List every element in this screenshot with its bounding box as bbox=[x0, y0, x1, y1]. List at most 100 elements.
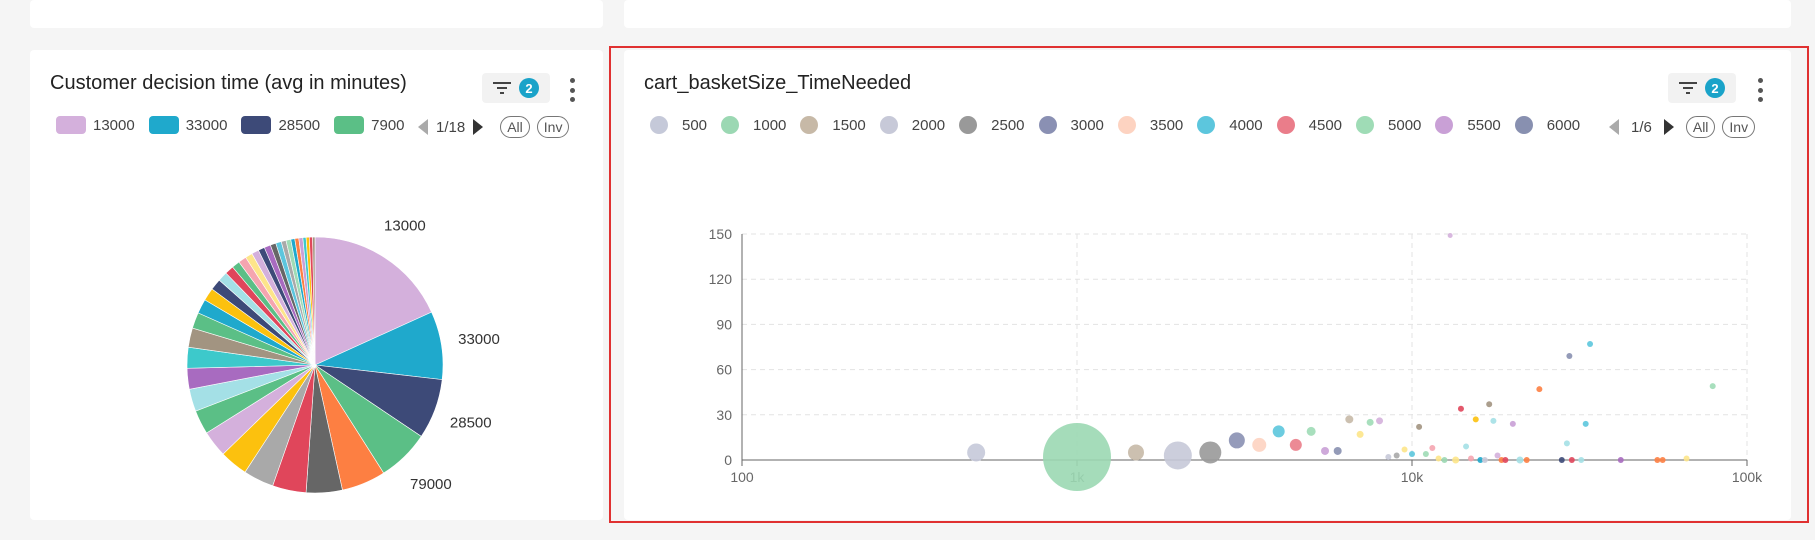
pie-slice-label: 79000 bbox=[410, 476, 452, 493]
scatter-point[interactable] bbox=[1345, 415, 1354, 424]
scatter-point[interactable] bbox=[1659, 457, 1666, 463]
scatter-point[interactable] bbox=[1409, 450, 1415, 457]
scatter-filter-button[interactable]: 2 bbox=[1668, 73, 1736, 103]
scatter-point[interactable] bbox=[1536, 386, 1543, 393]
scatter-point[interactable] bbox=[1617, 457, 1624, 463]
scatter-point[interactable] bbox=[1333, 446, 1342, 455]
legend-swatch bbox=[148, 116, 179, 134]
previous-page-icon[interactable] bbox=[1609, 119, 1619, 135]
legend-swatch bbox=[1435, 116, 1454, 134]
scatter-point[interactable] bbox=[1441, 457, 1448, 463]
legend-label: 33000 bbox=[185, 116, 228, 134]
scatter-point[interactable] bbox=[1472, 416, 1479, 423]
scatter-point[interactable] bbox=[1385, 453, 1392, 460]
legend-item[interactable]: 4000 bbox=[1197, 116, 1263, 134]
legend-item[interactable]: 5500 bbox=[1435, 116, 1501, 134]
scatter-point[interactable] bbox=[1321, 446, 1330, 455]
scatter-point[interactable] bbox=[1683, 455, 1690, 462]
scatter-point[interactable] bbox=[1578, 457, 1585, 463]
top-left-panel bbox=[30, 0, 603, 28]
scatter-point[interactable] bbox=[1252, 437, 1267, 452]
legend-item[interactable]: 2000 bbox=[879, 116, 945, 134]
scatter-point[interactable] bbox=[1490, 417, 1497, 424]
scatter-point[interactable] bbox=[1272, 425, 1285, 438]
inverse-button[interactable]: Inv bbox=[1722, 116, 1756, 138]
scatter-point[interactable] bbox=[1366, 418, 1374, 426]
inverse-button[interactable]: Inv bbox=[536, 116, 570, 138]
pie-more-options-icon[interactable] bbox=[567, 78, 577, 102]
scatter-point[interactable] bbox=[1502, 457, 1509, 463]
scatter-point[interactable] bbox=[1563, 440, 1570, 447]
scatter-point[interactable] bbox=[1228, 432, 1245, 449]
all-button[interactable]: All bbox=[1685, 116, 1716, 138]
legend-item[interactable]: 2500 bbox=[959, 116, 1025, 134]
legend-item[interactable]: 4500 bbox=[1276, 116, 1342, 134]
scatter-point[interactable] bbox=[1486, 401, 1493, 408]
legend-item[interactable]: 1000 bbox=[721, 116, 786, 134]
scatter-point[interactable] bbox=[1516, 456, 1524, 464]
filter-icon bbox=[1679, 82, 1697, 94]
filter-icon bbox=[493, 82, 511, 94]
scatter-panel-title: cart_basketSize_TimeNeeded bbox=[644, 72, 912, 94]
scatter-point[interactable] bbox=[1435, 455, 1442, 462]
scatter-point[interactable] bbox=[1709, 383, 1716, 390]
scatter-point[interactable] bbox=[1447, 233, 1453, 239]
scatter-point[interactable] bbox=[1566, 353, 1573, 360]
legend-item[interactable]: 28500 bbox=[241, 116, 320, 134]
scatter-point[interactable] bbox=[1467, 455, 1474, 462]
scatter-panel: cart_basketSize_TimeNeeded 2 500 1000 1500… bbox=[624, 50, 1791, 520]
scatter-point[interactable] bbox=[1043, 422, 1111, 491]
legend-item[interactable]: 1500 bbox=[800, 116, 866, 134]
scatter-point[interactable] bbox=[1463, 443, 1470, 450]
legend-item[interactable]: 500 bbox=[650, 116, 707, 134]
pie-filter-button[interactable]: 2 bbox=[482, 73, 550, 103]
scatter-point[interactable] bbox=[1568, 457, 1575, 463]
scatter-point[interactable] bbox=[1422, 450, 1429, 457]
scatter-point[interactable] bbox=[1127, 444, 1144, 461]
legend-item[interactable]: 7900 bbox=[334, 116, 405, 134]
scatter-point[interactable] bbox=[1376, 417, 1384, 425]
pie-legend-pager: 1/18 All Inv bbox=[418, 116, 570, 138]
y-tick-label: 30 bbox=[716, 407, 732, 423]
legend-item[interactable]: 13000 bbox=[56, 116, 135, 134]
scatter-point[interactable] bbox=[1452, 456, 1460, 464]
scatter-point[interactable] bbox=[1587, 340, 1594, 347]
pie-panel-title: Customer decision time (avg in minutes) bbox=[50, 72, 407, 94]
previous-page-icon[interactable] bbox=[418, 119, 428, 135]
scatter-pager-text: 1/6 bbox=[1631, 118, 1652, 136]
legend-swatch bbox=[1117, 116, 1136, 134]
all-button[interactable]: All bbox=[500, 116, 530, 138]
legend-item[interactable]: 5000 bbox=[1356, 116, 1421, 134]
scatter-point[interactable] bbox=[1523, 457, 1530, 463]
next-page-icon[interactable] bbox=[1663, 119, 1674, 135]
legend-item[interactable]: 3500 bbox=[1117, 116, 1183, 134]
scatter-point[interactable] bbox=[1457, 405, 1464, 412]
legend-item[interactable]: 33000 bbox=[148, 116, 228, 134]
scatter-point[interactable] bbox=[1509, 420, 1516, 427]
pie-legend: 13000 33000 28500 7900 bbox=[56, 116, 426, 134]
scatter-point[interactable] bbox=[967, 443, 986, 462]
scatter-point[interactable] bbox=[1654, 457, 1661, 463]
scatter-point[interactable] bbox=[1393, 452, 1400, 459]
legend-swatch bbox=[959, 116, 978, 134]
next-page-icon[interactable] bbox=[473, 119, 484, 135]
legend-item[interactable]: 3000 bbox=[1038, 116, 1104, 134]
scatter-point[interactable] bbox=[1582, 420, 1589, 427]
scatter-point[interactable] bbox=[1306, 426, 1316, 436]
scatter-point[interactable] bbox=[1289, 438, 1302, 451]
scatter-point[interactable] bbox=[1416, 423, 1423, 430]
scatter-point[interactable] bbox=[1481, 457, 1488, 463]
scatter-point[interactable] bbox=[1494, 452, 1501, 459]
scatter-point[interactable] bbox=[1199, 441, 1222, 464]
legend-label: 5000 bbox=[1388, 116, 1422, 134]
scatter-point[interactable] bbox=[1356, 430, 1364, 438]
y-tick-label: 0 bbox=[724, 452, 732, 468]
legend-label: 5500 bbox=[1467, 116, 1501, 134]
scatter-point[interactable] bbox=[1429, 444, 1436, 451]
scatter-point[interactable] bbox=[1401, 446, 1408, 453]
legend-item[interactable]: 6000 bbox=[1514, 116, 1580, 134]
scatter-more-options-icon[interactable] bbox=[1755, 78, 1765, 102]
scatter-point[interactable] bbox=[1163, 441, 1192, 470]
scatter-point[interactable] bbox=[1558, 457, 1565, 463]
legend-swatch bbox=[334, 116, 365, 134]
